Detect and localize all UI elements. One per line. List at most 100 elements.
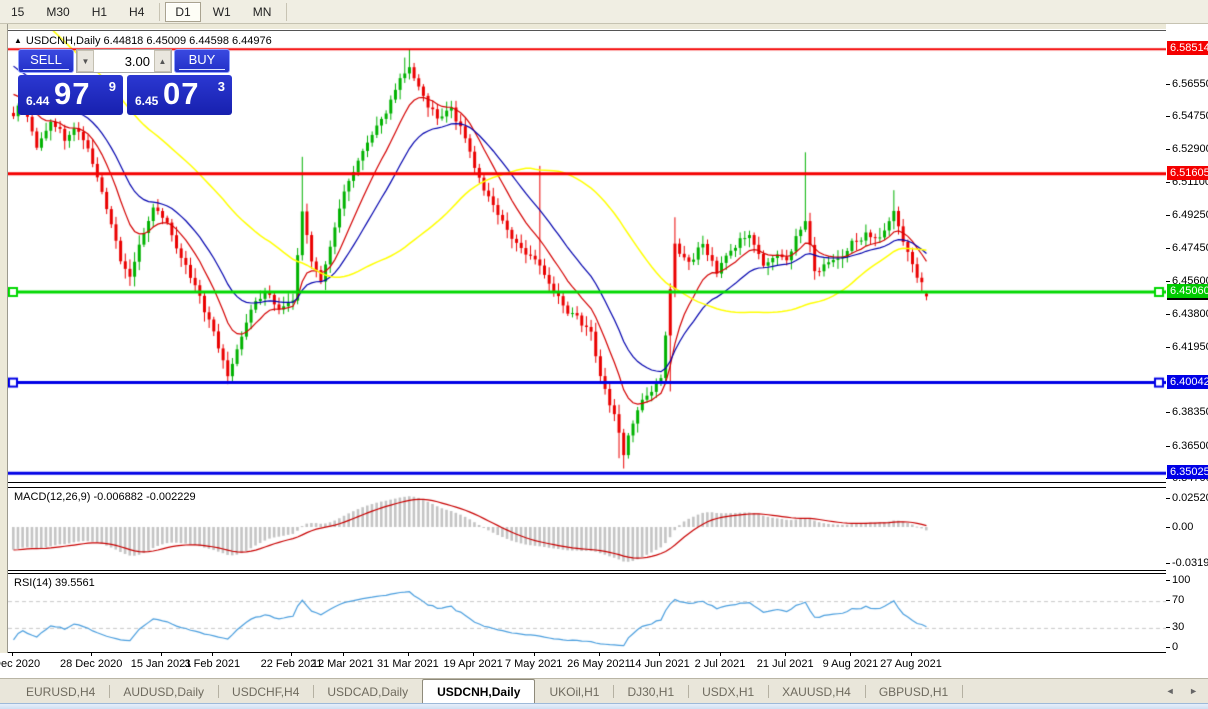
rsi-indicator-pane[interactable]: RSI(14) 39.5561 — [8, 574, 1166, 652]
date-axis-label: 3 Feb 2021 — [184, 658, 240, 670]
chart-tab-xauusd[interactable]: XAUUSD,H4 — [768, 681, 865, 703]
tab-scroll-arrows[interactable]: ◄ ► — [1166, 686, 1204, 696]
date-axis-label: 9 Aug 2021 — [823, 658, 879, 670]
timeframe-button-h1[interactable]: H1 — [82, 2, 117, 22]
date-axis-tick — [91, 653, 92, 656]
axis-tick-mark — [1166, 627, 1170, 628]
volume-decrease-button[interactable]: ▼ — [77, 50, 94, 72]
terminal-window: 15M30H1H4 D1W1MN ▲ USDCNH,Daily 6.44818 6.… — [0, 0, 1208, 709]
price-axis-tick: 6.43800 — [1172, 308, 1208, 320]
price-axis-tick: -0.03198 — [1172, 557, 1208, 569]
chart-tab-eurusd[interactable]: EURUSD,H4 — [12, 681, 109, 703]
price-badge: 6.35025 — [1167, 465, 1208, 479]
timeframe-button-mn[interactable]: MN — [243, 2, 282, 22]
chart-tab-ukoil[interactable]: UKOil,H1 — [535, 681, 613, 703]
price-axis-tick: 6.38350 — [1172, 406, 1208, 418]
price-axis-tick: 6.56550 — [1172, 78, 1208, 90]
buy-button[interactable]: BUY — [174, 49, 230, 73]
buy-price-handle: 6.45 — [135, 94, 158, 108]
buy-price-display[interactable]: 6.45 07 3 — [127, 75, 232, 115]
price-badge: 6.51605 — [1167, 166, 1208, 180]
date-axis-label: 28 Dec 2020 — [60, 658, 122, 670]
date-axis-tick — [408, 653, 409, 656]
date-axis-label: 2 Jul 2021 — [695, 658, 746, 670]
chart-window-left-border — [0, 24, 8, 653]
price-axis-tick: 6.49250 — [1172, 209, 1208, 221]
axis-tick-mark — [1166, 600, 1170, 601]
chart-tab-dj30[interactable]: DJ30,H1 — [613, 681, 688, 703]
volume-increase-button[interactable]: ▲ — [154, 50, 171, 72]
axis-tick-mark — [1166, 347, 1170, 348]
date-axis-label: 7 May 2021 — [505, 658, 562, 670]
price-axis-tick: 6.47450 — [1172, 242, 1208, 254]
date-axis-tick — [850, 653, 851, 656]
chart-window: ▲ USDCNH,Daily 6.44818 6.45009 6.44598 6.… — [0, 24, 1208, 678]
axis-tick-mark — [1166, 580, 1170, 581]
timeframe-button-w1[interactable]: W1 — [203, 2, 241, 22]
chart-tab-usdcnh[interactable]: USDCNH,Daily — [422, 679, 535, 703]
timeframe-toolbar: 15M30H1H4 D1W1MN — [0, 0, 1208, 24]
price-badge: 6.40042 — [1167, 375, 1208, 389]
price-axis-tick: 6.52900 — [1172, 143, 1208, 155]
toolbar-separator — [159, 3, 160, 21]
toolbar-separator — [286, 3, 287, 21]
date-axis-tick — [473, 653, 474, 656]
price-axis-tick: 6.54750 — [1172, 110, 1208, 122]
timeframe-button-h4[interactable]: H4 — [119, 2, 154, 22]
timeframe-button-m30[interactable]: M30 — [36, 2, 79, 22]
sell-button[interactable]: SELL — [18, 49, 74, 73]
date-axis-tick — [161, 653, 162, 656]
timeframe-button-d1[interactable]: D1 — [165, 2, 200, 22]
axis-tick-mark — [1166, 498, 1170, 499]
chart-tab-gbpusd[interactable]: GBPUSD,H1 — [865, 681, 962, 703]
sell-price-handle: 6.44 — [26, 94, 49, 108]
one-click-trading-widget: SELL ▼ ▲ BUY 6.44 97 9 — [18, 49, 232, 115]
axis-tick-mark — [1166, 563, 1170, 564]
axis-tick-mark — [1166, 149, 1170, 150]
sell-price-display[interactable]: 6.44 97 9 — [18, 75, 123, 115]
macd-label: MACD(12,26,9) -0.006882 -0.002229 — [14, 491, 196, 503]
sell-price-pips: 97 — [54, 76, 90, 112]
date-axis-label: 12 Mar 2021 — [312, 658, 374, 670]
price-axis-tick: 0 — [1172, 641, 1178, 653]
date-axis-label: 27 Aug 2021 — [880, 658, 942, 670]
date-axis[interactable]: 8 Dec 202028 Dec 202015 Jan 20213 Feb 20… — [0, 653, 1208, 678]
collapse-arrow-icon[interactable]: ▲ — [14, 36, 22, 45]
date-axis-label: 8 Dec 2020 — [0, 658, 40, 670]
axis-tick-mark — [1166, 182, 1170, 183]
date-axis-label: 14 Jun 2021 — [629, 658, 690, 670]
axis-tick-mark — [1166, 215, 1170, 216]
axis-tick-mark — [1166, 314, 1170, 315]
status-bar — [0, 703, 1208, 709]
price-axis[interactable]: 6.565506.547506.529006.511006.492506.474… — [1166, 24, 1208, 653]
axis-tick-mark — [1166, 527, 1170, 528]
sell-price-point: 9 — [109, 79, 116, 94]
price-badge: 6.58514 — [1167, 41, 1208, 55]
buy-price-pips: 07 — [163, 76, 199, 112]
rsi-canvas[interactable] — [8, 574, 1166, 652]
price-axis-tick: 0.00 — [1172, 521, 1193, 533]
price-chart-pane[interactable]: ▲ USDCNH,Daily 6.44818 6.45009 6.44598 6.… — [8, 30, 1166, 482]
chart-tab-usdx[interactable]: USDX,H1 — [688, 681, 768, 703]
chart-tab-bar: EURUSD,H4AUDUSD,DailyUSDCHF,H4USDCAD,Dai… — [0, 678, 1208, 703]
chart-tab-usdcad[interactable]: USDCAD,Daily — [313, 681, 422, 703]
date-axis-tick — [599, 653, 600, 656]
price-axis-tick: 70 — [1172, 594, 1184, 606]
price-badge: 6.45060 — [1167, 284, 1208, 298]
axis-tick-mark — [1166, 281, 1170, 282]
volume-input[interactable] — [94, 50, 154, 72]
timeframe-button-15[interactable]: 15 — [1, 2, 34, 22]
date-axis-tick — [720, 653, 721, 656]
symbol-ohlc-text: USDCNH,Daily 6.44818 6.45009 6.44598 6.4… — [26, 35, 272, 47]
axis-tick-mark — [1166, 248, 1170, 249]
axis-tick-mark — [1166, 84, 1170, 85]
date-axis-tick — [291, 653, 292, 656]
volume-spinner: ▼ ▲ — [76, 49, 172, 73]
macd-indicator-pane[interactable]: MACD(12,26,9) -0.006882 -0.002229 — [8, 488, 1166, 570]
chart-tab-audusd[interactable]: AUDUSD,Daily — [109, 681, 218, 703]
axis-tick-mark — [1166, 412, 1170, 413]
chart-tab-usdchf[interactable]: USDCHF,H4 — [218, 681, 313, 703]
price-axis-tick: 6.41950 — [1172, 341, 1208, 353]
axis-tick-mark — [1166, 116, 1170, 117]
price-axis-tick: 0.025209 — [1172, 492, 1208, 504]
